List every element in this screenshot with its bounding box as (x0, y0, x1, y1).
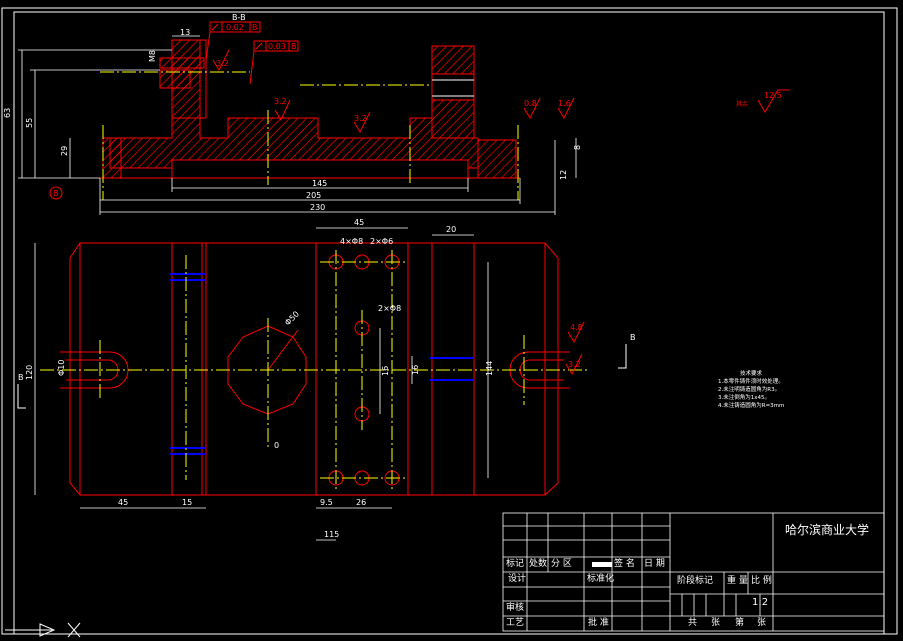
plan-view: 45 20 120 45 15 9.5 26 115 4×Φ8 2×Φ6 2×Φ… (17, 218, 636, 541)
tech-requirements-title: 技术要求 (740, 371, 763, 377)
svg-text:45: 45 (354, 218, 364, 227)
svg-text:3.2: 3.2 (216, 59, 229, 68)
tech-requirement-item: 4.未注铸造圆角为R=3mm (718, 403, 785, 409)
svg-text:0.02: 0.02 (226, 23, 244, 32)
svg-text:15: 15 (182, 498, 192, 507)
label-gong: 共 (688, 618, 698, 628)
view-arrow-left (17, 384, 26, 409)
svg-text:12.5: 12.5 (764, 91, 782, 100)
label-fenqu: 分 区 (551, 559, 572, 569)
label-bili: 比 例 (751, 576, 772, 586)
svg-text:16: 16 (411, 365, 420, 375)
svg-text:115: 115 (324, 530, 339, 539)
cad-drawing-canvas[interactable]: 63 55 29 13 145 205 230 8 12 M8 B B-B 0.… (0, 0, 903, 641)
dim-63: 63 (3, 108, 12, 118)
signature-bar (592, 562, 612, 567)
svg-text:144: 144 (485, 361, 494, 376)
svg-text:9.5: 9.5 (320, 498, 333, 507)
ucs-icon[interactable] (5, 622, 81, 638)
label-zhongliang: 重 量 (727, 576, 748, 586)
dim-13: 13 (180, 28, 190, 37)
svg-text:B: B (18, 373, 24, 382)
section-label: B-B (232, 13, 246, 22)
label-jieduan: 阶段标记 (677, 576, 714, 586)
tolerance-frame-2: 0.03 B (253, 40, 299, 52)
tolerance-frame-1: 0.02 B (209, 21, 261, 33)
general-roughness: 12.5 其余 (736, 89, 790, 113)
dim-8: 8 (573, 145, 582, 150)
label-biaozhunhua: 标准化 (587, 574, 615, 584)
svg-text:3.2: 3.2 (354, 114, 367, 123)
label-zhang1: 张 (711, 618, 721, 628)
svg-text:B: B (630, 333, 636, 342)
svg-text:26: 26 (356, 498, 366, 507)
svg-text:45: 45 (118, 498, 128, 507)
front-section-view: 63 55 29 13 145 205 230 8 12 M8 B B-B 0.… (3, 13, 790, 215)
tech-requirement-item: 2.未注明铸造圆角为R3。 (718, 387, 781, 393)
dim-230: 230 (310, 203, 325, 212)
svg-text:0.03: 0.03 (268, 42, 286, 51)
school-name: 哈尔滨商业大学 (785, 523, 870, 537)
svg-text:4×Φ8: 4×Φ8 (340, 237, 363, 246)
svg-text:3.2: 3.2 (568, 360, 581, 369)
svg-text:B: B (252, 23, 258, 32)
label-shenhe: 审核 (506, 603, 525, 613)
label-riqi: 日 期 (644, 559, 665, 569)
dim-205: 205 (306, 191, 321, 200)
svg-text:1.6: 1.6 (558, 99, 571, 108)
svg-text:20: 20 (446, 225, 456, 234)
thread-label: M8 (148, 50, 157, 62)
label-pizhun: 批 准 (588, 618, 609, 628)
svg-text:Φ50: Φ50 (283, 309, 301, 327)
svg-text:2×Φ6: 2×Φ6 (370, 237, 393, 246)
svg-text:0: 0 (274, 441, 279, 450)
tech-requirement-item: 1.本零件铸件须时效处理。 (718, 379, 784, 385)
view-arrow-right (618, 344, 627, 369)
tech-requirement-item: 3.未注倒角为1x45。 (718, 395, 771, 401)
svg-text:120: 120 (25, 365, 34, 380)
svg-text:0.8: 0.8 (524, 99, 537, 108)
dim-145: 145 (312, 179, 327, 188)
dim-12: 12 (559, 170, 568, 180)
tech-requirements: 技术要求 1.本零件铸件须时效处理。 2.未注明铸造圆角为R3。 3.未注倒角为… (718, 370, 784, 410)
svg-text:16: 16 (381, 366, 390, 376)
svg-text:其余: 其余 (736, 100, 748, 108)
label-zhang2: 张 (757, 618, 767, 628)
dim-55: 55 (25, 118, 34, 128)
datum-label: B (53, 189, 59, 198)
label-chushu: 处数 (529, 559, 548, 569)
scale-value: 1:2 (752, 597, 769, 608)
label-gongyi: 工艺 (506, 618, 525, 628)
dim-29: 29 (60, 146, 69, 156)
label-qianming: 签 名 (614, 559, 635, 569)
svg-text:2×Φ8: 2×Φ8 (378, 304, 401, 313)
svg-text:B: B (291, 42, 297, 51)
svg-text:4.8: 4.8 (570, 323, 583, 332)
label-biaoji: 标记 (506, 559, 525, 569)
label-di: 第 (735, 618, 745, 628)
svg-text:3.2: 3.2 (274, 97, 287, 106)
svg-text:Φ10: Φ10 (57, 360, 66, 376)
label-sheji: 设计 (508, 574, 527, 584)
